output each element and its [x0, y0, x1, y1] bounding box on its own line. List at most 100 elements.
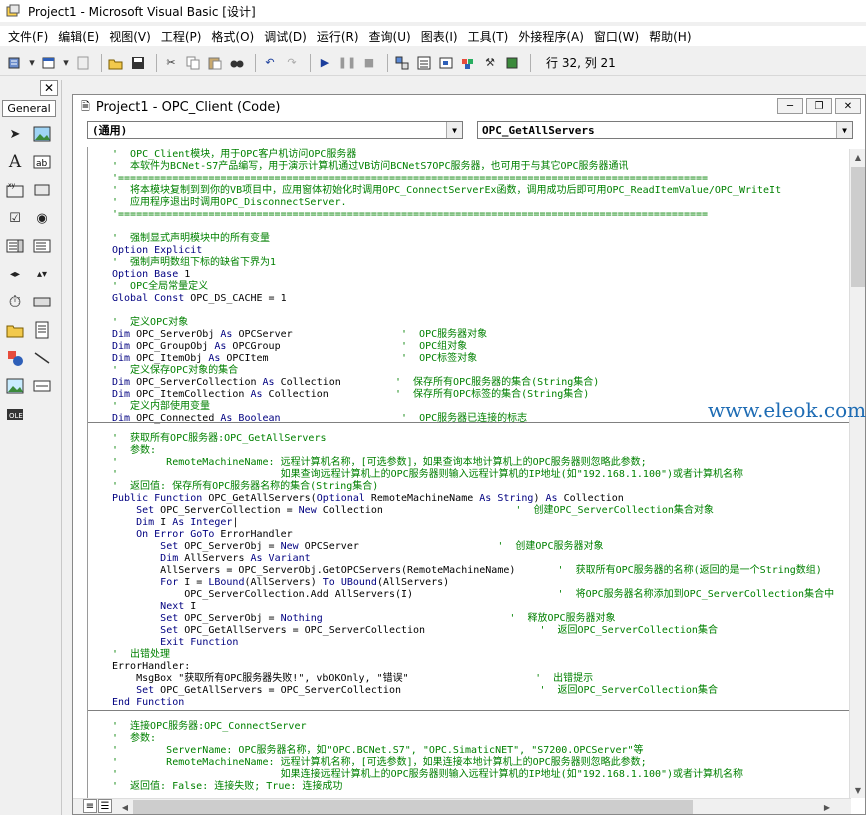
hscroll-thumb[interactable]	[133, 800, 693, 814]
code-section-connectserver[interactable]: ' 连接OPC服务器:OPC_ConnectServer ' 参数: ' Serve…	[112, 721, 743, 793]
chevron-down-icon[interactable]: ▼	[836, 122, 852, 138]
code-line[interactable]: Option Explicit	[112, 245, 781, 257]
scroll-left-icon[interactable]: ◀	[117, 799, 133, 815]
add-project-icon[interactable]	[6, 54, 24, 72]
code-line[interactable]: '=======================================…	[112, 209, 781, 221]
procedure-view-icon[interactable]: ≡	[83, 799, 97, 813]
procedure-combo[interactable]: OPC_GetAllServers ▼	[477, 121, 853, 139]
data-view-icon[interactable]	[503, 54, 521, 72]
code-line[interactable]: Set OPC_GetAllServers = OPC_ServerCollec…	[112, 685, 834, 697]
code-line[interactable]: ' 如果查询远程计算机上的OPC服务器则输入远程计算机的IP地址(如"192.1…	[112, 469, 834, 481]
code-line[interactable]: ' 强制显式声明模块中的所有变量	[112, 233, 781, 245]
toolbox-icon[interactable]: ⚒	[481, 54, 499, 72]
ole-icon[interactable]: OLE	[5, 404, 25, 424]
code-line[interactable]: OPC_ServerCollection.Add AllServers(I) '…	[112, 589, 834, 601]
menu-tools[interactable]: 工具(T)	[464, 28, 513, 45]
scroll-down-icon[interactable]: ▼	[850, 782, 866, 798]
code-line[interactable]: Dim OPC_ServerCollection As Collection '…	[112, 377, 781, 389]
code-section-declarations[interactable]: ' OPC_Client模块，用于OPC客户机访问OPC服务器 ' 本软件为BCN…	[112, 149, 781, 425]
code-line[interactable]	[112, 221, 781, 233]
pause-icon[interactable]: ❚❚	[338, 54, 356, 72]
scroll-thumb[interactable]	[851, 167, 865, 287]
menu-edit[interactable]: 编辑(E)	[54, 28, 103, 45]
code-line[interactable]: ' RemoteMachineName: 远程计算机名称，[可选参数]，如果查询…	[112, 457, 834, 469]
code-line[interactable]: Global Const OPC_DS_CACHE = 1	[112, 293, 781, 305]
checkbox-icon[interactable]: ☑	[5, 208, 25, 228]
dropdown-arrow-icon[interactable]: ▾	[28, 54, 36, 72]
minimize-button[interactable]: ─	[777, 98, 803, 114]
redo-icon[interactable]: ↷	[283, 54, 301, 72]
frame-icon[interactable]: xy	[5, 180, 25, 200]
filelistbox-icon[interactable]	[32, 320, 52, 340]
code-line[interactable]: ' 获取所有OPC服务器:OPC_GetAllServers	[112, 433, 834, 445]
project-explorer-icon[interactable]	[393, 54, 411, 72]
stop-icon[interactable]: ■	[360, 54, 378, 72]
object-combo[interactable]: (通用) ▼	[87, 121, 463, 139]
menu-run[interactable]: 运行(R)	[313, 28, 363, 45]
code-line[interactable]: ' 应用程序退出时调用OPC_DisconnectServer.	[112, 197, 781, 209]
shape-icon[interactable]	[5, 348, 25, 368]
run-icon[interactable]: ▶	[316, 54, 334, 72]
code-line[interactable]: AllServers = OPC_ServerObj.GetOPCServers…	[112, 565, 834, 577]
code-line[interactable]: ' OPC_Client模块，用于OPC客户机访问OPC服务器	[112, 149, 781, 161]
code-line[interactable]: Option Base 1	[112, 269, 781, 281]
code-line[interactable]: Set OPC_ServerCollection = New Collectio…	[112, 505, 834, 517]
menu-project[interactable]: 工程(P)	[157, 28, 206, 45]
open-icon[interactable]	[107, 54, 125, 72]
cut-icon[interactable]: ✂	[162, 54, 180, 72]
code-line[interactable]: Exit Function	[112, 637, 834, 649]
image-icon[interactable]	[5, 376, 25, 396]
code-line[interactable]: ' 将本模块复制到到你的VB项目中，应用窗体初始化时调用OPC_ConnectS…	[112, 185, 781, 197]
commandbutton-icon[interactable]	[32, 180, 52, 200]
properties-icon[interactable]	[415, 54, 433, 72]
label-icon[interactable]: A	[5, 152, 25, 172]
paste-icon[interactable]	[206, 54, 224, 72]
menu-diagram[interactable]: 图表(I)	[417, 28, 462, 45]
code-line[interactable]: ' 如果连接远程计算机上的OPC服务器则输入远程计算机的IP地址(如"192.1…	[112, 769, 743, 781]
pointer-icon[interactable]: ➤	[5, 124, 25, 144]
menu-window[interactable]: 窗口(W)	[590, 28, 643, 45]
code-line[interactable]: Dim OPC_ItemObj As OPCItem ' OPC标签对象	[112, 353, 781, 365]
code-line[interactable]: Set OPC_GetAllServers = OPC_ServerCollec…	[112, 625, 834, 637]
code-line[interactable]: Set OPC_ServerObj = New OPCServer ' 创建OP…	[112, 541, 834, 553]
menu-query[interactable]: 查询(U)	[365, 28, 415, 45]
menu-file[interactable]: 文件(F)	[4, 28, 52, 45]
vscrollbar-icon[interactable]: ▴▾	[32, 264, 52, 284]
dropdown-arrow-icon[interactable]: ▾	[62, 54, 70, 72]
code-line[interactable]: For I = LBound(AllServers) To UBound(All…	[112, 577, 834, 589]
code-line[interactable]: ' ServerName: OPC服务器名称，如"OPC.BCNet.S7", …	[112, 745, 743, 757]
menu-format[interactable]: 格式(O)	[207, 28, 258, 45]
code-line[interactable]: ' 返回值: 保存所有OPC服务器名称的集合(String集合)	[112, 481, 834, 493]
code-line[interactable]: ' 定义OPC对象	[112, 317, 781, 329]
menu-view[interactable]: 视图(V)	[105, 28, 155, 45]
menu-editor-icon[interactable]	[74, 54, 92, 72]
timer-icon[interactable]: ⏱	[5, 292, 25, 312]
chevron-down-icon[interactable]: ▼	[446, 122, 462, 138]
code-section-getallservers[interactable]: ' 获取所有OPC服务器:OPC_GetAllServers ' 参数: ' Rem…	[112, 433, 834, 709]
code-line[interactable]: Next I	[112, 601, 834, 613]
textbox-icon[interactable]: ab	[32, 152, 52, 172]
code-line[interactable]: ' 参数:	[112, 733, 743, 745]
code-line[interactable]: ' RemoteMachineName: 远程计算机名称，[可选参数]，如果连接…	[112, 757, 743, 769]
code-line[interactable]: MsgBox "获取所有OPC服务器失败!", vbOKOnly, "错误" '…	[112, 673, 834, 685]
code-line[interactable]: Set OPC_ServerObj = Nothing ' 释放OPC服务器对象	[112, 613, 834, 625]
scroll-up-icon[interactable]: ▲	[850, 149, 866, 165]
combobox-icon[interactable]	[5, 236, 25, 256]
find-icon[interactable]	[228, 54, 246, 72]
close-button[interactable]: ✕	[835, 98, 861, 114]
code-line[interactable]: ' 出错处理	[112, 649, 834, 661]
vertical-scrollbar[interactable]: ▲ ▼	[849, 149, 865, 798]
code-line[interactable]: On Error GoTo ErrorHandler	[112, 529, 834, 541]
object-browser-icon[interactable]	[459, 54, 477, 72]
toolbox-tab-general[interactable]: General	[2, 100, 56, 117]
scroll-right-icon[interactable]: ▶	[819, 799, 835, 815]
save-icon[interactable]	[129, 54, 147, 72]
code-line[interactable]	[112, 305, 781, 317]
dirlistbox-icon[interactable]	[5, 320, 25, 340]
line-icon[interactable]	[32, 348, 52, 368]
restore-button[interactable]: ❐	[806, 98, 832, 114]
code-line[interactable]: Dim OPC_ServerObj As OPCServer ' OPC服务器对…	[112, 329, 781, 341]
code-line[interactable]: Dim OPC_GroupObj As OPCGroup ' OPC组对象	[112, 341, 781, 353]
code-line[interactable]: ' 强制声明数组下标的缺省下界为1	[112, 257, 781, 269]
code-line[interactable]: ' 定义保存OPC对象的集合	[112, 365, 781, 377]
